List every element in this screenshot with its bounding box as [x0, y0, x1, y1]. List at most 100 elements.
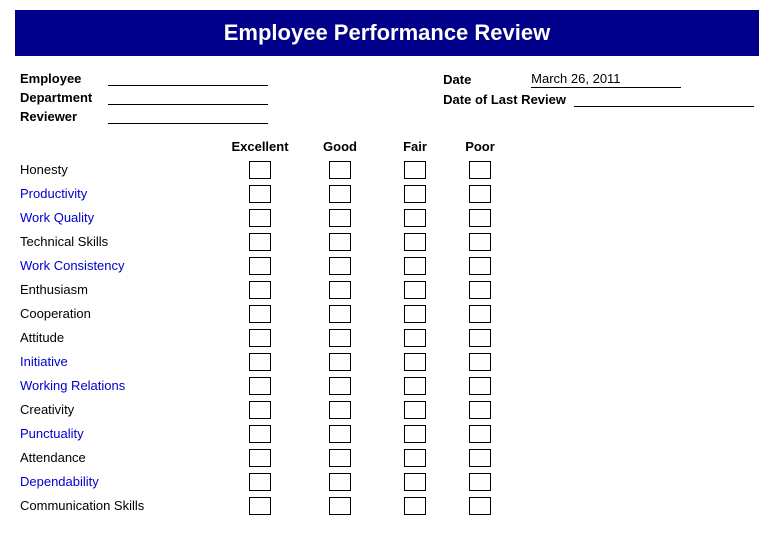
- checkbox-fair[interactable]: [404, 401, 426, 419]
- rating-cell-fair[interactable]: [380, 256, 450, 276]
- rating-cell-poor[interactable]: [450, 160, 510, 180]
- rating-cell-fair[interactable]: [380, 304, 450, 324]
- checkbox-poor[interactable]: [469, 185, 491, 203]
- rating-cell-fair[interactable]: [380, 448, 450, 468]
- checkbox-fair[interactable]: [404, 449, 426, 467]
- rating-cell-good[interactable]: [300, 160, 380, 180]
- rating-cell-fair[interactable]: [380, 424, 450, 444]
- checkbox-poor[interactable]: [469, 209, 491, 227]
- rating-cell-poor[interactable]: [450, 232, 510, 252]
- rating-cell-poor[interactable]: [450, 448, 510, 468]
- checkbox-poor[interactable]: [469, 401, 491, 419]
- checkbox-good[interactable]: [329, 401, 351, 419]
- checkbox-excellent[interactable]: [249, 209, 271, 227]
- rating-cell-good[interactable]: [300, 280, 380, 300]
- checkbox-poor[interactable]: [469, 305, 491, 323]
- checkbox-fair[interactable]: [404, 281, 426, 299]
- rating-cell-poor[interactable]: [450, 280, 510, 300]
- rating-cell-good[interactable]: [300, 352, 380, 372]
- checkbox-fair[interactable]: [404, 257, 426, 275]
- checkbox-poor[interactable]: [469, 329, 491, 347]
- checkbox-poor[interactable]: [469, 281, 491, 299]
- checkbox-good[interactable]: [329, 497, 351, 515]
- rating-cell-excellent[interactable]: [220, 496, 300, 516]
- checkbox-excellent[interactable]: [249, 257, 271, 275]
- checkbox-good[interactable]: [329, 305, 351, 323]
- checkbox-good[interactable]: [329, 329, 351, 347]
- rating-cell-excellent[interactable]: [220, 448, 300, 468]
- rating-cell-poor[interactable]: [450, 256, 510, 276]
- checkbox-fair[interactable]: [404, 185, 426, 203]
- checkbox-fair[interactable]: [404, 353, 426, 371]
- checkbox-poor[interactable]: [469, 425, 491, 443]
- rating-cell-poor[interactable]: [450, 472, 510, 492]
- rating-cell-fair[interactable]: [380, 208, 450, 228]
- last-review-input[interactable]: [574, 93, 754, 107]
- rating-cell-fair[interactable]: [380, 472, 450, 492]
- rating-cell-good[interactable]: [300, 256, 380, 276]
- rating-cell-good[interactable]: [300, 424, 380, 444]
- rating-cell-fair[interactable]: [380, 184, 450, 204]
- checkbox-excellent[interactable]: [249, 497, 271, 515]
- checkbox-fair[interactable]: [404, 209, 426, 227]
- checkbox-good[interactable]: [329, 425, 351, 443]
- rating-cell-poor[interactable]: [450, 328, 510, 348]
- checkbox-fair[interactable]: [404, 161, 426, 179]
- rating-cell-fair[interactable]: [380, 352, 450, 372]
- checkbox-good[interactable]: [329, 161, 351, 179]
- rating-cell-excellent[interactable]: [220, 304, 300, 324]
- rating-cell-good[interactable]: [300, 400, 380, 420]
- checkbox-poor[interactable]: [469, 449, 491, 467]
- checkbox-fair[interactable]: [404, 305, 426, 323]
- rating-cell-good[interactable]: [300, 472, 380, 492]
- rating-cell-excellent[interactable]: [220, 328, 300, 348]
- checkbox-poor[interactable]: [469, 257, 491, 275]
- checkbox-good[interactable]: [329, 281, 351, 299]
- checkbox-excellent[interactable]: [249, 353, 271, 371]
- checkbox-poor[interactable]: [469, 497, 491, 515]
- rating-cell-poor[interactable]: [450, 352, 510, 372]
- checkbox-excellent[interactable]: [249, 425, 271, 443]
- checkbox-good[interactable]: [329, 449, 351, 467]
- checkbox-good[interactable]: [329, 377, 351, 395]
- checkbox-poor[interactable]: [469, 473, 491, 491]
- rating-cell-excellent[interactable]: [220, 400, 300, 420]
- checkbox-good[interactable]: [329, 353, 351, 371]
- checkbox-excellent[interactable]: [249, 449, 271, 467]
- rating-cell-poor[interactable]: [450, 376, 510, 396]
- rating-cell-good[interactable]: [300, 448, 380, 468]
- rating-cell-fair[interactable]: [380, 280, 450, 300]
- checkbox-excellent[interactable]: [249, 281, 271, 299]
- checkbox-good[interactable]: [329, 233, 351, 251]
- checkbox-poor[interactable]: [469, 377, 491, 395]
- rating-cell-excellent[interactable]: [220, 256, 300, 276]
- rating-cell-good[interactable]: [300, 496, 380, 516]
- checkbox-fair[interactable]: [404, 233, 426, 251]
- checkbox-excellent[interactable]: [249, 401, 271, 419]
- rating-cell-excellent[interactable]: [220, 472, 300, 492]
- checkbox-poor[interactable]: [469, 233, 491, 251]
- checkbox-good[interactable]: [329, 209, 351, 227]
- checkbox-excellent[interactable]: [249, 377, 271, 395]
- rating-cell-poor[interactable]: [450, 496, 510, 516]
- checkbox-fair[interactable]: [404, 329, 426, 347]
- rating-cell-poor[interactable]: [450, 184, 510, 204]
- rating-cell-poor[interactable]: [450, 400, 510, 420]
- checkbox-poor[interactable]: [469, 353, 491, 371]
- rating-cell-excellent[interactable]: [220, 352, 300, 372]
- rating-cell-good[interactable]: [300, 304, 380, 324]
- checkbox-fair[interactable]: [404, 497, 426, 515]
- rating-cell-excellent[interactable]: [220, 184, 300, 204]
- checkbox-fair[interactable]: [404, 425, 426, 443]
- checkbox-poor[interactable]: [469, 161, 491, 179]
- checkbox-good[interactable]: [329, 185, 351, 203]
- rating-cell-excellent[interactable]: [220, 280, 300, 300]
- rating-cell-excellent[interactable]: [220, 424, 300, 444]
- reviewer-input[interactable]: [108, 110, 268, 124]
- checkbox-excellent[interactable]: [249, 329, 271, 347]
- rating-cell-fair[interactable]: [380, 496, 450, 516]
- checkbox-good[interactable]: [329, 473, 351, 491]
- checkbox-fair[interactable]: [404, 377, 426, 395]
- checkbox-excellent[interactable]: [249, 305, 271, 323]
- rating-cell-poor[interactable]: [450, 424, 510, 444]
